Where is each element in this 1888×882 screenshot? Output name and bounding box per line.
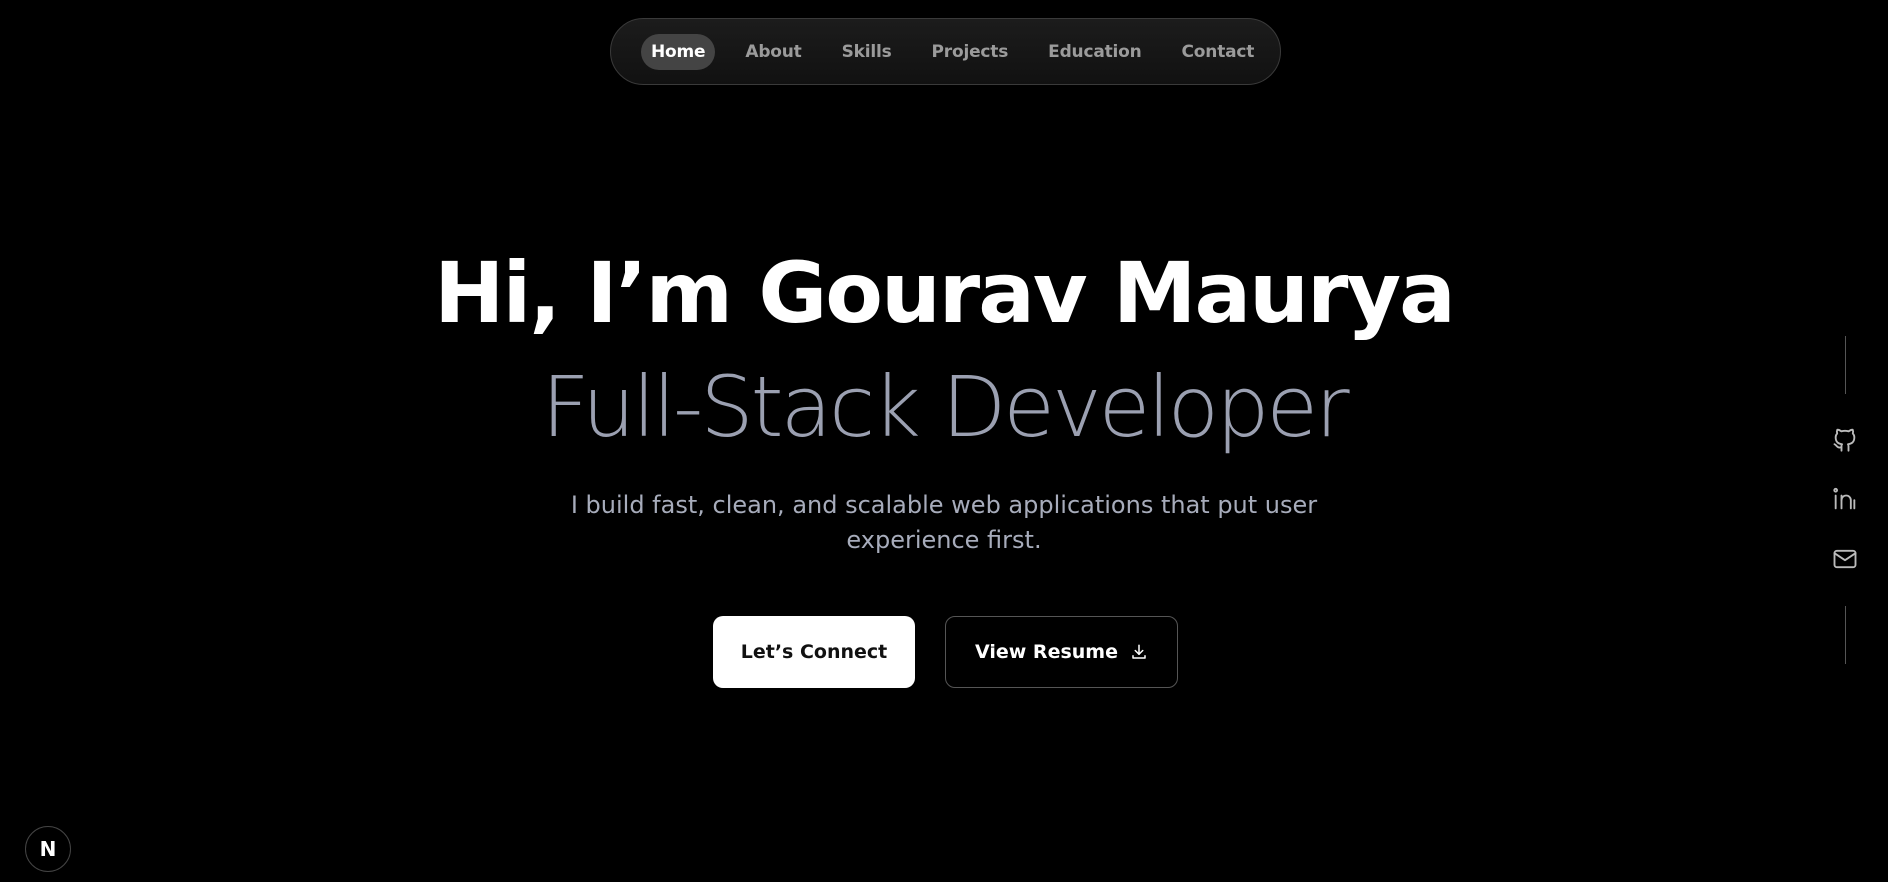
nav-item-contact[interactable]: Contact xyxy=(1172,34,1265,70)
nav-item-projects[interactable]: Projects xyxy=(922,34,1019,70)
social-divider-bottom xyxy=(1845,606,1846,664)
lets-connect-label: Let’s Connect xyxy=(740,641,888,663)
next-badge-letter: N xyxy=(39,837,57,861)
hero-title: Hi, I’m Gourav Maurya xyxy=(434,244,1456,342)
download-icon xyxy=(1132,644,1146,659)
view-resume-button[interactable]: View Resume xyxy=(945,616,1178,688)
hero-role: Full-Stack Developer xyxy=(541,358,1349,456)
next-logo-icon[interactable]: N xyxy=(25,826,71,872)
nav-item-about[interactable]: About xyxy=(735,34,811,70)
github-icon[interactable] xyxy=(1830,424,1860,454)
nav-item-education[interactable]: Education xyxy=(1038,34,1151,70)
nav-item-home[interactable]: Home xyxy=(641,33,716,70)
top-nav: Home About Skills Projects Education Con… xyxy=(610,18,1281,85)
nav-item-skills[interactable]: Skills xyxy=(832,34,902,70)
hero-description: I build fast, clean, and scalable web ap… xyxy=(570,491,1318,554)
lets-connect-button[interactable]: Let’s Connect xyxy=(713,616,915,688)
view-resume-label: View Resume xyxy=(975,641,1118,663)
linkedin-icon[interactable] xyxy=(1830,484,1860,514)
social-divider-top xyxy=(1845,336,1846,394)
mail-icon[interactable] xyxy=(1830,544,1860,574)
